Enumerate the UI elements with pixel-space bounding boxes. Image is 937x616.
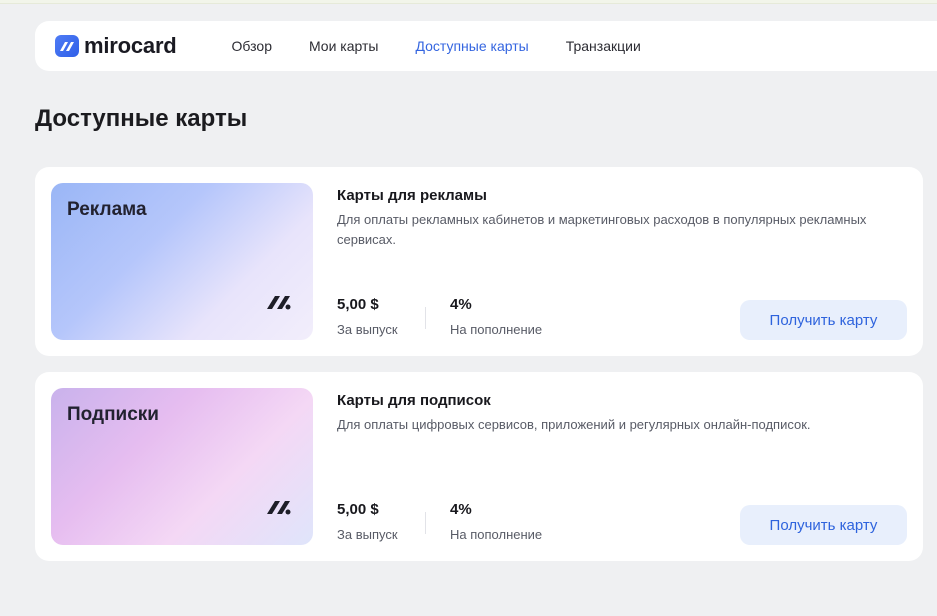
topup-fee-stat: 4% На пополнение — [450, 501, 542, 542]
topup-fee-label: На пополнение — [450, 527, 543, 542]
nav-item-my-cards[interactable]: Мои карты — [309, 38, 379, 54]
card-preview: Реклама — [51, 183, 313, 340]
nav-item-available-cards[interactable]: Доступные карты — [415, 38, 528, 54]
brand-logo[interactable]: mirocard — [55, 33, 177, 59]
browser-top-strip — [0, 0, 937, 4]
main-nav: Обзор Мои карты Доступные карты Транзакц… — [232, 38, 678, 54]
nav-item-overview[interactable]: Обзор — [232, 38, 272, 54]
issue-fee-label: За выпуск — [337, 322, 398, 337]
offer-description: Для оплаты рекламных кабинетов и маркети… — [337, 212, 867, 247]
mirocard-logo-icon — [55, 35, 79, 57]
get-card-button[interactable]: Получить карту — [740, 300, 907, 340]
get-card-button[interactable]: Получить карту — [740, 505, 907, 545]
topup-fee-value: 4% — [450, 296, 472, 313]
card-offer-subscriptions: Подписки Карты для подписок Для оплаты ц… — [35, 372, 923, 561]
card-offer-advertising: Реклама Карты для рекламы Для оплаты рек… — [35, 167, 923, 356]
offer-title: Карты для подписок — [337, 392, 491, 409]
topup-fee-stat: 4% На пополнение — [450, 296, 542, 337]
mirocard-mark-icon — [265, 498, 293, 521]
card-preview-name: Реклама — [67, 199, 147, 220]
issue-fee-stat: 5,00 $ За выпуск — [337, 296, 398, 337]
issue-fee-value: 5,00 $ — [337, 501, 379, 518]
page-title: Доступные карты — [35, 105, 248, 132]
stat-divider — [425, 307, 426, 329]
topup-fee-label: На пополнение — [450, 322, 543, 337]
issue-fee-stat: 5,00 $ За выпуск — [337, 501, 398, 542]
offer-description: Для оплаты цифровых сервисов, приложений… — [337, 417, 811, 432]
topup-fee-value: 4% — [450, 501, 472, 518]
nav-item-transactions[interactable]: Транзакции — [566, 38, 641, 54]
card-preview: Подписки — [51, 388, 313, 545]
offer-title: Карты для рекламы — [337, 187, 487, 204]
top-navbar: mirocard Обзор Мои карты Доступные карты… — [35, 21, 937, 71]
issue-fee-label: За выпуск — [337, 527, 398, 542]
brand-name: mirocard — [84, 33, 177, 58]
card-preview-name: Подписки — [67, 404, 159, 425]
issue-fee-value: 5,00 $ — [337, 296, 379, 313]
mirocard-mark-icon — [265, 293, 293, 316]
stat-divider — [425, 512, 426, 534]
